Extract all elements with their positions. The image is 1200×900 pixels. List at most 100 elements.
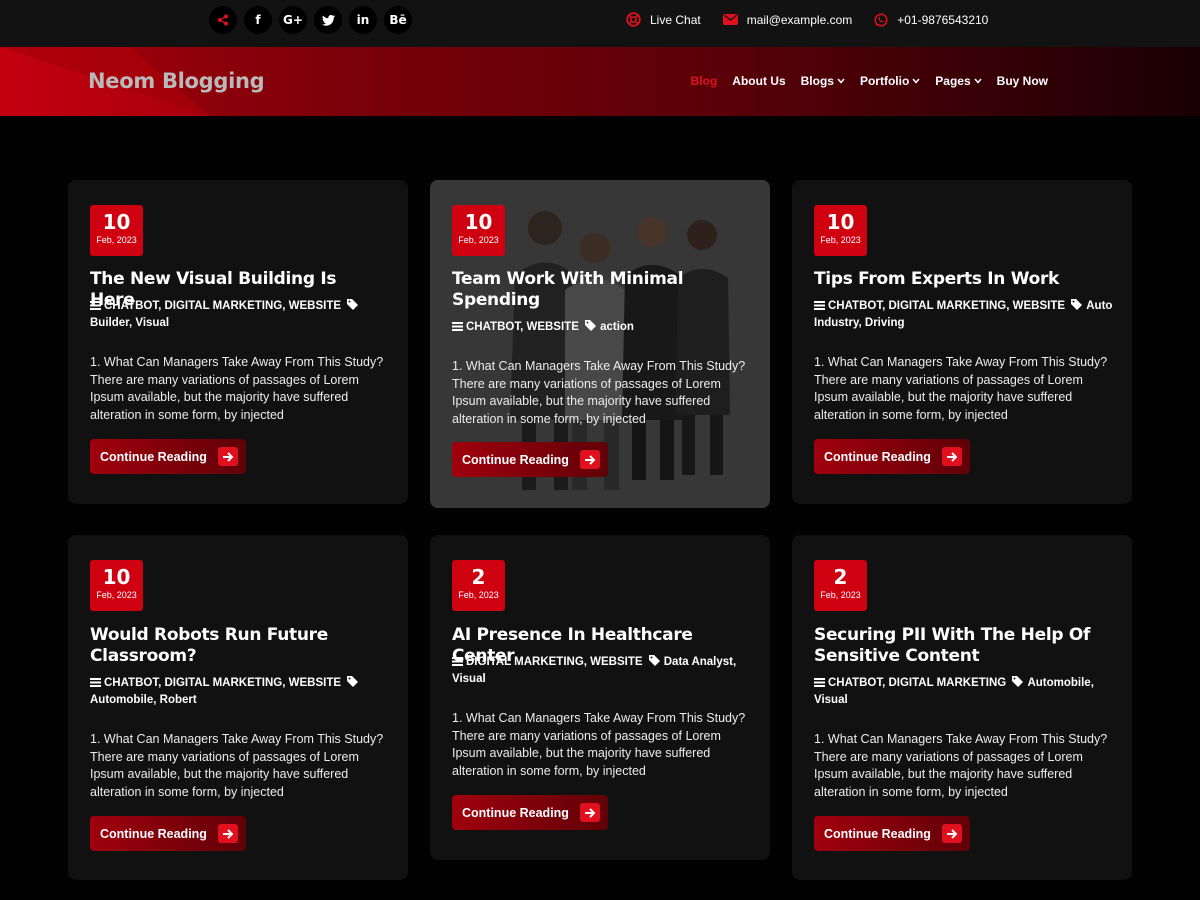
behance-icon[interactable]: Bē [384,6,412,34]
tag-icon [585,320,597,331]
post-meta: DIGITAL MARKETING, WEBSITE Data Analyst,… [452,654,752,688]
post-excerpt: 1. What Can Managers Take Away From This… [452,359,746,426]
nav-item-blog[interactable]: Blog [691,74,718,88]
live-chat-label: Live Chat [650,12,701,27]
list-icon [90,678,101,687]
list-icon [452,657,463,666]
nav-item-pages[interactable]: Pages [935,74,982,88]
arrow-right-icon [942,447,962,466]
google-plus-icon[interactable]: G+ [279,6,307,34]
continue-reading-button[interactable]: Continue Reading [90,439,246,474]
tag-icon [347,299,359,310]
post-card: 10 Feb, 2023 Would Robots Run Future Cla… [68,535,408,880]
date-month: Feb, 2023 [458,235,499,245]
post-excerpt: 1. What Can Managers Take Away From This… [90,355,384,422]
post-categories[interactable]: CHATBOT, WEBSITE [466,321,579,333]
twitter-icon[interactable] [314,6,342,34]
list-icon [814,301,825,310]
arrow-right-icon [942,824,962,843]
email-address: mail@example.com [746,12,853,27]
post-categories[interactable]: DIGITAL MARKETING, WEBSITE [466,656,643,668]
date-day: 10 [464,210,493,234]
post-meta: CHATBOT, DIGITAL MARKETING, WEBSITE Auto… [90,675,390,709]
post-categories[interactable]: CHATBOT, DIGITAL MARKETING, WEBSITE [104,677,341,689]
date-badge: 10 Feb, 2023 [90,560,143,611]
list-icon [814,678,825,687]
email-link[interactable]: mail@example.com [722,12,853,27]
continue-reading-button[interactable]: Continue Reading [90,816,246,851]
post-card: 10 Feb, 2023 Tips From Experts In Work C… [792,180,1132,504]
lifebuoy-icon [626,12,641,27]
top-bar: f G+ in Bē Live Chat mail@example.com +0… [0,0,1200,47]
post-excerpt: 1. What Can Managers Take Away From This… [90,732,384,799]
post-categories[interactable]: CHATBOT, DIGITAL MARKETING, WEBSITE [104,300,341,312]
date-day: 2 [833,565,848,589]
post-meta: CHATBOT, DIGITAL MARKETING, WEBSITE Auto… [814,298,1114,332]
arrow-right-icon [580,803,600,822]
date-badge: 10 Feb, 2023 [452,205,505,256]
nav-item-portfolio[interactable]: Portfolio [860,74,920,88]
facebook-icon[interactable]: f [244,6,272,34]
post-title[interactable]: Securing PII With The Help Of Sensitive … [814,625,1110,667]
post-title[interactable]: Would Robots Run Future Classroom? [90,625,386,667]
date-day: 10 [102,210,131,234]
phone-number: +01-9876543210 [897,12,989,27]
chevron-down-icon [837,78,845,84]
list-icon [90,301,101,310]
linkedin-icon[interactable]: in [349,6,377,34]
post-title[interactable]: Team Work With Minimal Spending [452,269,748,311]
contact-info: Live Chat mail@example.com +01-987654321… [626,12,1010,27]
continue-reading-button[interactable]: Continue Reading [452,795,608,830]
continue-reading-button[interactable]: Continue Reading [814,816,970,851]
date-day: 10 [102,565,131,589]
post-title[interactable]: Tips From Experts In Work [814,269,1110,290]
tag-icon [1012,676,1024,687]
tag-icon [347,676,359,687]
post-tags[interactable]: action [600,321,634,333]
date-badge: 10 Feb, 2023 [90,205,143,256]
phone-link[interactable]: +01-9876543210 [874,13,988,27]
post-meta: CHATBOT, DIGITAL MARKETING, WEBSITE Buil… [90,298,390,332]
post-card: 10 Feb, 2023 The New Visual Building Is … [68,180,408,504]
tag-icon [648,655,660,666]
post-tags[interactable]: Automobile, Robert [90,694,197,706]
date-day: 10 [826,210,855,234]
chevron-down-icon [912,78,920,84]
post-meta: CHATBOT, WEBSITE action [452,319,752,336]
nav-item-blogs[interactable]: Blogs [801,74,845,88]
post-categories[interactable]: CHATBOT, DIGITAL MARKETING [828,677,1006,689]
envelope-icon [722,14,738,25]
post-categories[interactable]: CHATBOT, DIGITAL MARKETING, WEBSITE [828,300,1065,312]
date-month: Feb, 2023 [96,235,137,245]
whatsapp-icon [874,12,888,27]
date-day: 2 [471,565,486,589]
social-links: f G+ in Bē [209,6,412,34]
arrow-right-icon [218,824,238,843]
continue-reading-button[interactable]: Continue Reading [452,442,608,477]
nav-item-about-us[interactable]: About Us [732,74,785,88]
post-tags[interactable]: Builder, Visual [90,317,169,329]
post-excerpt: 1. What Can Managers Take Away From This… [814,355,1108,422]
arrow-right-icon [580,450,600,469]
nav-item-buy-now[interactable]: Buy Now [997,74,1048,88]
date-month: Feb, 2023 [96,590,137,600]
date-badge: 2 Feb, 2023 [452,560,505,611]
tag-icon [1071,299,1083,310]
date-month: Feb, 2023 [458,590,499,600]
site-header: Neom Blogging Blog About Us Blogs Portfo… [0,47,1200,116]
main-nav: Blog About Us Blogs Portfolio Pages Buy … [691,74,1048,88]
share-icon[interactable] [209,6,237,34]
continue-reading-button[interactable]: Continue Reading [814,439,970,474]
date-badge: 2 Feb, 2023 [814,560,867,611]
arrow-right-icon [218,447,238,466]
date-badge: 10 Feb, 2023 [814,205,867,256]
post-card: 2 Feb, 2023 AI Presence In Healthcare Ce… [430,535,770,860]
date-month: Feb, 2023 [820,590,861,600]
post-card-featured: 10 Feb, 2023 Team Work With Minimal Spen… [430,180,770,508]
post-excerpt: 1. What Can Managers Take Away From This… [814,732,1108,799]
site-logo[interactable]: Neom Blogging [88,69,265,93]
live-chat-link[interactable]: Live Chat [626,12,701,27]
chevron-down-icon [974,78,982,84]
post-excerpt: 1. What Can Managers Take Away From This… [452,711,746,778]
list-icon [452,322,463,331]
